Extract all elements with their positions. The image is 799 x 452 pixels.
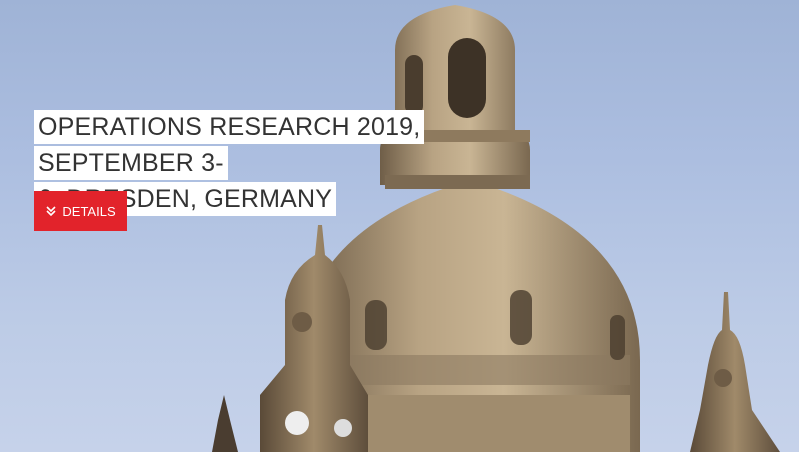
hero-banner: OPERATIONS RESEARCH 2019, SEPTEMBER 3- 6…: [0, 0, 799, 452]
hero-title-line-1: OPERATIONS RESEARCH 2019, SEPTEMBER 3-: [34, 110, 425, 180]
details-button[interactable]: DETAILS: [34, 191, 127, 231]
double-chevron-down-icon: [46, 206, 56, 217]
details-button-label: DETAILS: [62, 203, 116, 219]
